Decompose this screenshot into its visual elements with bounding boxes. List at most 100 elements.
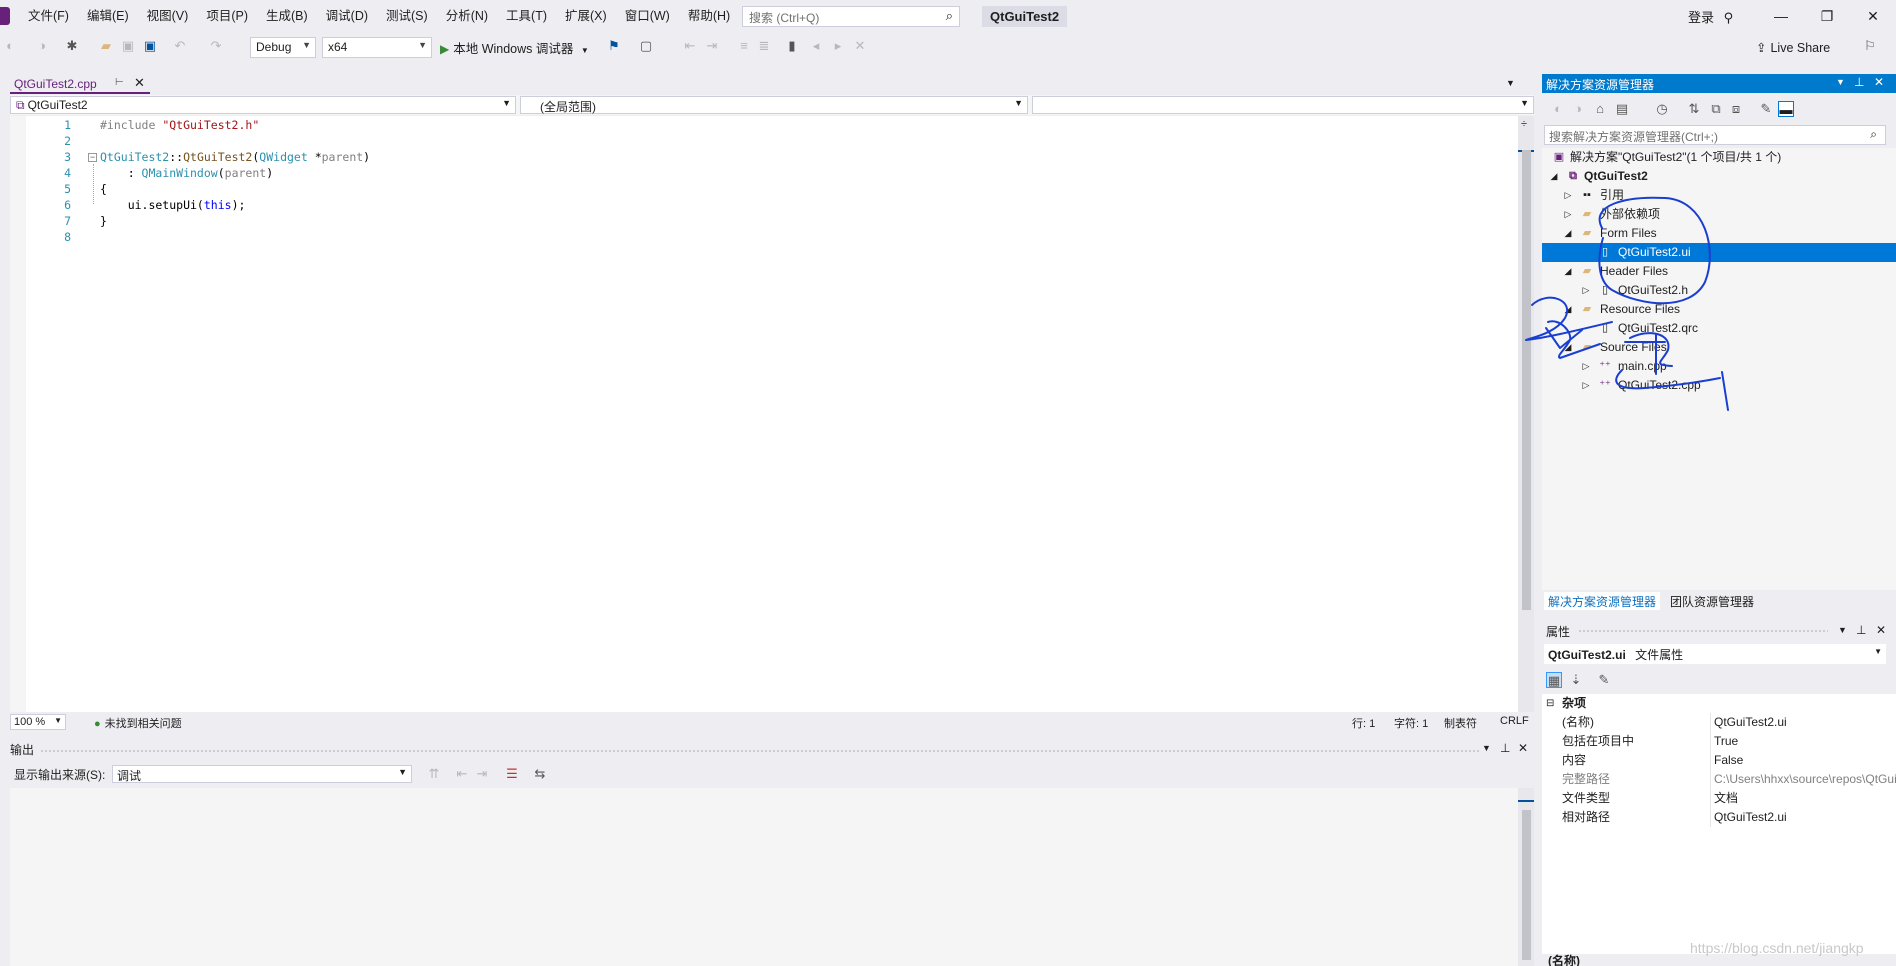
save-icon[interactable]: ▣ [120, 38, 136, 54]
tree-item-qtguitest2-h[interactable]: ▷ ▯ QtGuiTest2.h [1542, 281, 1896, 300]
menu-analyze[interactable]: 分析(N) [437, 0, 497, 32]
menu-window[interactable]: 窗口(W) [616, 0, 679, 32]
live-share-button[interactable]: ⇪ Live Share [1756, 40, 1830, 55]
screenshot-icon[interactable]: ▢ [638, 38, 654, 54]
open-file-icon[interactable]: ▰ [98, 38, 114, 54]
close-icon[interactable]: ✕ [1850, 4, 1896, 28]
categorized-icon[interactable]: ▦ [1546, 672, 1562, 688]
sync-icon[interactable]: ⇅ [1686, 101, 1702, 117]
tree-item-header-files[interactable]: ◢ ▰ Header Files [1542, 262, 1896, 281]
tree-item-qtguitest2-cpp[interactable]: ▷ ⁺⁺ QtGuiTest2.cpp [1542, 376, 1896, 395]
scrollbar-thumb[interactable] [1522, 810, 1531, 960]
restore-icon[interactable]: ❐ [1804, 4, 1850, 28]
tab-solution-explorer[interactable]: 解决方案资源管理器 [1544, 592, 1661, 610]
uncomment-icon[interactable]: ≣ [756, 38, 772, 54]
tree-item-qtguitest2-ui[interactable]: ▯ QtGuiTest2.ui [1542, 243, 1896, 262]
menu-test[interactable]: 测试(S) [377, 0, 437, 32]
expanded-icon[interactable]: ◢ [1548, 167, 1560, 186]
tree-item-solution[interactable]: ▣ 解决方案"QtGuiTest2"(1 个项目/共 1 个) [1542, 148, 1896, 167]
property-row[interactable]: 完整路径 C:\Users\hhxx\source\repos\QtGuiTes… [1542, 770, 1896, 789]
prev-bookmark-icon[interactable]: ◂ [808, 38, 824, 54]
undo-icon[interactable]: ↶ [172, 38, 188, 54]
tree-item-references[interactable]: ▷ ▪▪ 引用 [1542, 186, 1896, 205]
pin-icon[interactable]: ⊢ [115, 77, 124, 88]
back-icon[interactable]: ◐ [2, 38, 18, 54]
tab-team-explorer[interactable]: 团队资源管理器 [1666, 592, 1758, 610]
menu-view[interactable]: 视图(V) [138, 0, 198, 32]
property-row[interactable]: 内容 False [1542, 751, 1896, 770]
menu-extensions[interactable]: 扩展(X) [556, 0, 616, 32]
find-message-icon[interactable]: ⇈ [426, 766, 442, 782]
back-icon[interactable]: ◐ [1550, 101, 1566, 117]
menu-project[interactable]: 项目(P) [197, 0, 257, 32]
property-row[interactable]: 相对路径 QtGuiTest2.ui [1542, 808, 1896, 827]
output-text-area[interactable] [10, 788, 1534, 966]
quick-search-input[interactable]: 搜索 (Ctrl+Q) ⌕ [742, 6, 960, 27]
chevron-down-icon[interactable]: ▼ [1482, 743, 1491, 753]
login-button[interactable]: 登录 ⚲ [1688, 7, 1733, 26]
properties-icon[interactable]: ✎ [1758, 101, 1774, 117]
bookmark-icon[interactable]: ▮ [784, 38, 800, 54]
pin-icon[interactable]: ⊥ [1856, 623, 1866, 637]
expanded-icon[interactable]: ◢ [1562, 338, 1574, 357]
pin-icon[interactable]: ⊥ [1854, 75, 1864, 89]
collapsed-icon[interactable]: ▷ [1580, 357, 1592, 376]
collapse-all-icon[interactable]: ⧉ [1708, 101, 1724, 117]
close-tab-icon[interactable]: ✕ [134, 75, 145, 91]
tab-list-dropdown-icon[interactable]: ▼ [1506, 78, 1515, 88]
show-all-files-icon[interactable]: ⧈ [1728, 101, 1744, 117]
forward-icon[interactable]: ◑ [1570, 101, 1586, 117]
platform-select[interactable]: x64 ▼ [322, 37, 432, 58]
zoom-select[interactable]: 100 % ▼ [10, 714, 66, 730]
property-pages-icon[interactable]: ✎ [1596, 672, 1612, 688]
clear-all-icon[interactable]: ☰ [504, 766, 520, 782]
menu-help[interactable]: 帮助(H) [679, 0, 739, 32]
property-row[interactable]: 包括在项目中 True [1542, 732, 1896, 751]
chevron-down-icon[interactable]: ▼ [1836, 77, 1845, 87]
tab-qtguitest2-cpp[interactable]: QtGuiTest2.cpp ⊢ ✕ [10, 75, 150, 94]
tree-item-external-deps[interactable]: ▷ ▰ 外部依赖项 [1542, 205, 1896, 224]
tree-item-source-files[interactable]: ◢ ▰ Source Files [1542, 338, 1896, 357]
word-wrap-icon[interactable]: ⇆ [532, 766, 548, 782]
menu-debug[interactable]: 调试(D) [317, 0, 377, 32]
close-icon[interactable]: ✕ [1874, 75, 1884, 89]
collapsed-icon[interactable]: ▷ [1562, 205, 1574, 224]
tree-item-resource-files[interactable]: ◢ ▰ Resource Files [1542, 300, 1896, 319]
chevron-down-icon[interactable]: ▼ [1838, 625, 1847, 635]
step-over-icon[interactable]: ⇥ [704, 38, 720, 54]
tree-item-form-files[interactable]: ◢ ▰ Form Files [1542, 224, 1896, 243]
expanded-icon[interactable]: ◢ [1562, 262, 1574, 281]
collapse-toggle-icon[interactable]: − [88, 153, 97, 162]
drag-grip[interactable] [1578, 629, 1828, 633]
project-nav-select[interactable]: ⧉ QtGuiTest2 ▼ [10, 96, 516, 114]
split-icon[interactable]: ÷ [1521, 118, 1527, 130]
scrollbar-thumb[interactable] [1522, 150, 1531, 610]
menu-tools[interactable]: 工具(T) [497, 0, 556, 32]
configuration-select[interactable]: Debug ▼ [250, 37, 316, 58]
member-nav-select[interactable]: ▼ [1032, 96, 1534, 114]
code-editor[interactable]: 1 2 3 4 5 6 7 8 − #include "QtGuiTest2.h… [10, 116, 1534, 712]
new-project-icon[interactable]: ✱ [64, 38, 80, 54]
editor-vertical-scrollbar[interactable]: ÷ [1518, 116, 1534, 712]
clear-bookmarks-icon[interactable]: ✕ [852, 38, 868, 54]
feedback-icon[interactable]: ⚐ [1862, 38, 1878, 54]
switch-views-icon[interactable]: ▤ [1614, 101, 1630, 117]
output-source-select[interactable]: 调试 ▼ [112, 765, 412, 783]
properties-object-select[interactable]: QtGuiTest2.ui 文件属性 ▼ [1544, 644, 1886, 664]
menu-edit[interactable]: 编辑(E) [78, 0, 138, 32]
save-all-icon[interactable]: ▣ [142, 38, 158, 54]
alphabetical-icon[interactable]: ⇣ [1568, 672, 1584, 688]
next-bookmark-icon[interactable]: ▸ [830, 38, 846, 54]
scope-nav-select[interactable]: (全局范围) ▼ [520, 96, 1028, 114]
tabs-mode[interactable]: 制表符 [1444, 715, 1477, 731]
tree-item-project[interactable]: ◢ ⧉ QtGuiTest2 [1542, 167, 1896, 186]
menu-file[interactable]: 文件(F) [19, 0, 78, 32]
search-icon[interactable]: ⌕ [946, 8, 953, 24]
collapsed-icon[interactable]: ▷ [1562, 186, 1574, 205]
home-icon[interactable]: ⌂ [1592, 101, 1608, 117]
forward-icon[interactable]: ◑ [34, 38, 50, 54]
pending-changes-icon[interactable]: ◷ [1654, 101, 1670, 117]
pin-icon[interactable]: ⊥ [1500, 741, 1510, 755]
menu-build[interactable]: 生成(B) [257, 0, 317, 32]
find-in-files-icon[interactable]: ⚑ [606, 38, 622, 54]
